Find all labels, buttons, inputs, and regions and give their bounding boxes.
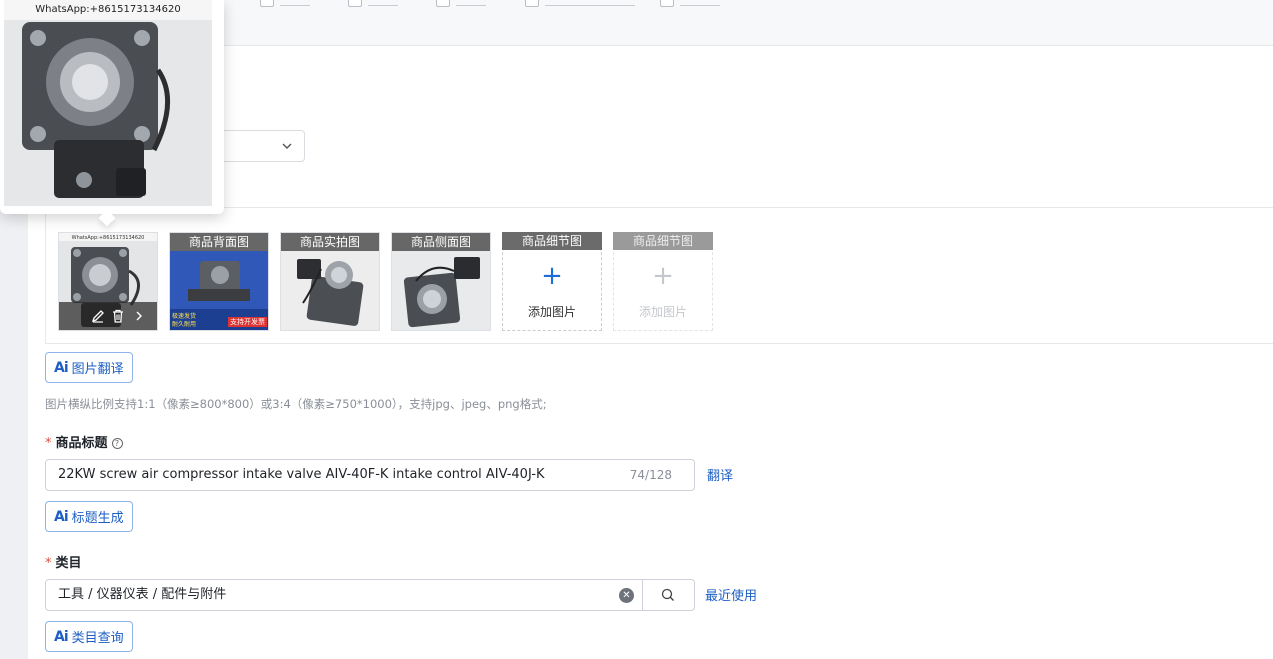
filter-checkbox-1-label — [280, 0, 310, 6]
ai-icon: Ai — [54, 628, 69, 645]
image-format-hint: 图片横纵比例支持1:1（像素≥800*800）或3:4（像素≥750*1000）… — [45, 397, 547, 411]
main-image-thumb[interactable]: WhatsApp:+8615173134620 — [58, 232, 158, 331]
image-preview-popover: WhatsApp:+8615173134620 — [0, 0, 224, 227]
add-detail-image-slot-disabled: 商品细节图 + 添加图片 — [613, 232, 713, 331]
banner-text-left: 极速发货 — [172, 313, 197, 320]
translate-link[interactable]: 翻译 — [707, 465, 733, 484]
plus-icon: + — [652, 261, 674, 291]
add-slot-caption: 商品细节图 — [502, 232, 602, 250]
ai-title-generate-button[interactable]: Ai 标题生成 — [45, 501, 133, 532]
required-mark: * — [45, 436, 52, 451]
filter-checkbox-4-label — [545, 0, 635, 6]
ai-icon: Ai — [54, 508, 69, 525]
preview-watermark: WhatsApp:+8615173134620 — [4, 0, 212, 20]
preview-image: WhatsApp:+8615173134620 — [4, 0, 212, 206]
valve-preview-image — [4, 0, 212, 206]
ai-image-translate-button[interactable]: Ai 图片翻译 — [45, 352, 133, 383]
category-field-label: * 类目 — [45, 552, 82, 571]
filter-checkbox-1[interactable] — [260, 0, 274, 7]
category-input[interactable]: 工具 / 仪器仪表 / 配件与附件 ✕ — [45, 579, 695, 611]
clear-icon[interactable]: ✕ — [619, 588, 634, 603]
trash-icon[interactable] — [111, 309, 125, 323]
title-field-label: * 商品标题? — [45, 432, 123, 451]
title-input[interactable]: 22KW screw air compressor intake valve A… — [45, 459, 695, 491]
thumb-action-bar — [59, 302, 157, 330]
ai-category-query-button[interactable]: Ai 类目查询 — [45, 621, 133, 652]
filter-checkbox-5-label — [680, 0, 720, 6]
ai-image-translate-label: 图片翻译 — [71, 362, 124, 377]
image-slot-side[interactable]: 商品侧面图 — [391, 232, 491, 331]
title-char-count: 74/128 — [629, 468, 672, 482]
banner-text-left-2: 耐久耐用 — [172, 321, 197, 328]
filter-checkbox-3[interactable] — [436, 0, 450, 7]
banner-invoice-badge: 支持开发票 — [228, 317, 267, 327]
chevron-down-icon — [282, 143, 292, 149]
title-input-value: 22KW screw air compressor intake valve A… — [58, 467, 545, 482]
category-search-button[interactable] — [642, 580, 695, 610]
recent-used-link[interactable]: 最近使用 — [705, 585, 757, 604]
add-detail-image-slot[interactable]: 商品细节图 + 添加图片 — [502, 232, 602, 331]
filter-checkbox-2[interactable] — [348, 0, 362, 7]
add-image-label: 添加图片 — [638, 305, 687, 319]
image-slot-caption: 商品侧面图 — [392, 233, 490, 251]
chevron-right-icon[interactable] — [134, 310, 144, 322]
filter-checkbox-3-label — [456, 0, 486, 6]
ai-icon: Ai — [54, 359, 69, 376]
side-view-image — [392, 251, 490, 330]
help-icon[interactable]: ? — [111, 438, 123, 449]
edit-icon[interactable] — [91, 309, 105, 323]
plus-icon: + — [541, 261, 563, 291]
add-slot-caption: 商品细节图 — [613, 232, 713, 250]
category-label-text: 类目 — [55, 556, 82, 571]
image-slot-real[interactable]: 商品实拍图 — [280, 232, 380, 331]
add-image-label: 添加图片 — [527, 305, 576, 319]
image-slot-caption: 商品背面图 — [170, 233, 268, 251]
ai-category-query-label: 类目查询 — [71, 631, 124, 646]
filter-checkbox-5[interactable] — [660, 0, 674, 7]
category-input-value: 工具 / 仪器仪表 / 配件与附件 — [58, 587, 227, 602]
filter-checkbox-4[interactable] — [525, 0, 539, 7]
required-mark: * — [45, 556, 52, 571]
title-label-text: 商品标题 — [55, 436, 108, 451]
filter-checkbox-2-label — [368, 0, 398, 6]
image-slot-caption: 商品实拍图 — [281, 233, 379, 251]
product-edit-page: WhatsApp:+8615173134620 商品背面图 极速发货 耐久耐用 … — [0, 0, 1273, 659]
image-slot-back[interactable]: 商品背面图 极速发货 耐久耐用 支持开发票 — [169, 232, 269, 331]
ai-title-generate-label: 标题生成 — [71, 511, 124, 526]
real-photo-image — [281, 251, 379, 330]
search-icon — [661, 588, 674, 601]
